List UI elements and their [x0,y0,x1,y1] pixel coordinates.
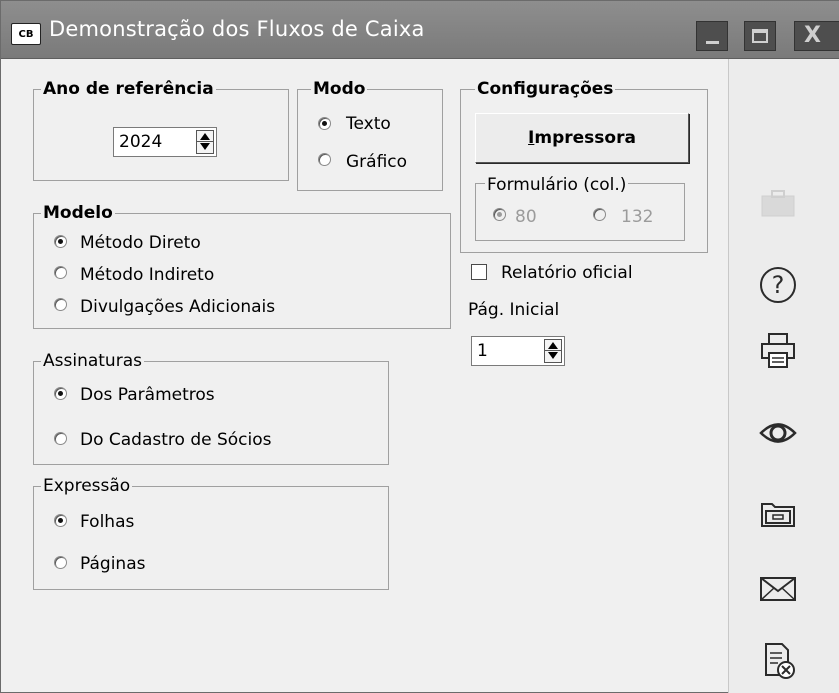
modelo-indireto-label[interactable]: Método Indireto [80,265,214,285]
modo-grafico-radio[interactable] [318,153,331,166]
modelo-indireto-radio[interactable] [54,266,67,279]
expressao-label: Expressão [41,476,133,496]
pag-inicial-value[interactable]: 1 [477,341,488,361]
group-modo [297,89,443,191]
formulario-80-label[interactable]: 80 [515,207,537,227]
pag-spin-arrows[interactable] [544,339,562,363]
formulario-132-label[interactable]: 132 [621,207,653,227]
help-icon[interactable]: ? [756,263,800,307]
spin-down-icon[interactable] [548,352,558,359]
preview-eye-icon[interactable] [756,411,800,455]
impressora-button[interactable]: Impressora [475,113,689,163]
group-expressao [33,486,389,590]
configuracoes-label: Configurações [475,79,616,99]
close-button[interactable]: X [794,21,839,51]
relatorio-oficial-label[interactable]: Relatório oficial [501,263,633,283]
spin-down-icon[interactable] [200,143,210,150]
title-bar[interactable]: CB Demonstração dos Fluxos de Caixa X [1,1,839,59]
maximize-icon [752,29,768,43]
window-title: Demonstração dos Fluxos de Caixa [49,17,425,41]
modo-grafico-label[interactable]: Gráfico [346,152,407,172]
maximize-button[interactable] [744,21,776,51]
folder-icon[interactable] [756,491,800,535]
relatorio-oficial-checkbox[interactable] [471,264,487,280]
modelo-label: Modelo [41,203,115,223]
minimize-button[interactable] [696,21,728,51]
formulario-80-radio[interactable] [493,208,506,221]
svg-text:?: ? [772,271,785,299]
modelo-direto-radio[interactable] [54,235,67,248]
app-icon: CB [11,23,41,45]
modo-texto-radio[interactable] [318,117,331,130]
pag-inicial-spinner[interactable]: 1 [471,336,565,366]
expressao-paginas-radio[interactable] [54,556,67,569]
ano-spin-arrows[interactable] [196,130,214,154]
printer-icon[interactable] [756,329,800,373]
assinaturas-socios-label[interactable]: Do Cadastro de Sócios [80,430,272,450]
dialog-window: CB Demonstração dos Fluxos de Caixa X An… [0,0,839,693]
modelo-divulgacoes-radio[interactable] [54,298,67,311]
modo-texto-label[interactable]: Texto [346,114,391,134]
pag-inicial-label: Pág. Inicial [468,300,560,320]
ano-referencia-spinner[interactable]: 2024 [113,127,217,157]
modelo-divulgacoes-label[interactable]: Divulgações Adicionais [80,297,275,317]
briefcase-icon [756,181,800,225]
cancel-document-icon[interactable] [756,639,800,683]
formulario-132-radio[interactable] [593,208,606,221]
expressao-paginas-label[interactable]: Páginas [80,554,145,574]
expressao-folhas-label[interactable]: Folhas [80,512,134,532]
impressora-button-label: mpressora [534,128,636,148]
close-icon: X [804,23,821,48]
spin-up-icon[interactable] [200,133,210,140]
email-icon[interactable] [756,567,800,611]
ano-referencia-label: Ano de referência [41,79,216,99]
spin-up-icon[interactable] [548,342,558,349]
assinaturas-parametros-label[interactable]: Dos Parâmetros [80,385,215,405]
minimize-icon [706,41,719,44]
assinaturas-label: Assinaturas [41,351,144,371]
modo-label: Modo [311,79,368,99]
assinaturas-parametros-radio[interactable] [54,387,67,400]
ano-referencia-value[interactable]: 2024 [119,132,162,152]
assinaturas-socios-radio[interactable] [54,432,67,445]
expressao-folhas-radio[interactable] [54,514,67,527]
formulario-label: Formulário (col.) [485,175,629,195]
modelo-direto-label[interactable]: Método Direto [80,233,201,253]
